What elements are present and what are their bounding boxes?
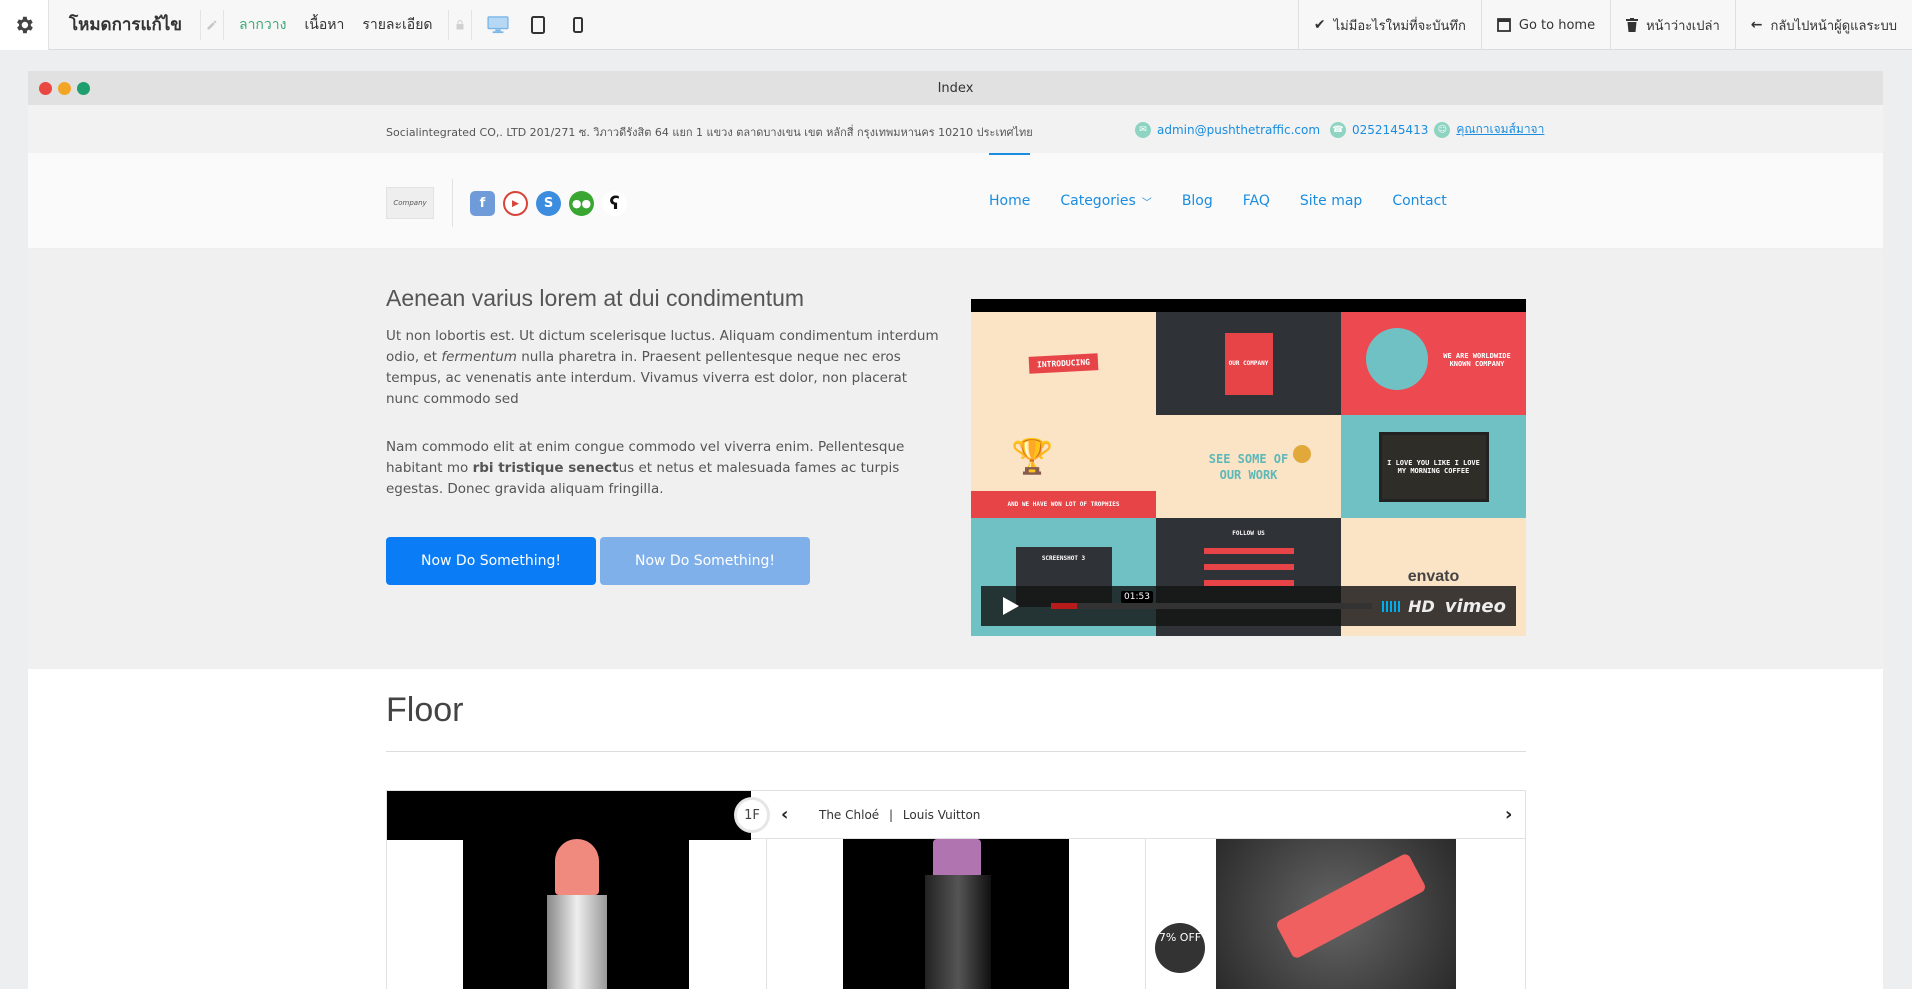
preview-frame: Index Socialintegrated CO,. LTD 201/271 … [28, 71, 1883, 989]
wechat-icon[interactable]: ●● [569, 191, 594, 216]
facebook-icon[interactable]: f [470, 191, 495, 216]
tablet-icon [530, 15, 545, 34]
hero-paragraph-1: Ut non lobortis est. Ut dictum scelerisq… [386, 328, 939, 407]
blank-page-button[interactable]: หน้าว่างเปล่า [1610, 0, 1735, 50]
product-card[interactable] [387, 839, 767, 989]
globe-graphic [1366, 328, 1428, 390]
floor-brand-bar: 1F ‹ The Chloé | Louis Vuitton › [386, 790, 1526, 840]
contact-info: ✉ admin@pushthetraffic.com ☎ 0252145413 … [1135, 120, 1544, 139]
hd-badge[interactable]: HD [1408, 597, 1435, 616]
check-icon: ✔ [1313, 17, 1326, 33]
header-divider [452, 179, 453, 227]
user-icon: ☺ [1434, 121, 1451, 138]
tab-drag-drop[interactable]: ลากวาง [239, 14, 286, 36]
trophy-icon: 🏆 [1011, 437, 1054, 477]
chevron-right-icon[interactable]: › [1505, 804, 1512, 825]
arrow-left-icon: ← [1750, 17, 1763, 33]
tablet-view-button[interactable] [518, 0, 558, 50]
hero-title: Aenean varius lorem at dui condimentum [386, 285, 805, 311]
nav-faq[interactable]: FAQ [1243, 153, 1270, 249]
chevron-left-icon[interactable]: ‹ [781, 804, 788, 825]
nav-sitemap[interactable]: Site map [1300, 153, 1362, 249]
product-image-lipgloss-tube[interactable] [1216, 839, 1457, 989]
video-tile: I LOVE YOU LIKE I LOVE MY MORNING COFFEE [1341, 415, 1526, 518]
site-logo[interactable]: Company [386, 187, 434, 219]
skype-icon[interactable]: S [536, 191, 561, 216]
primary-cta-button[interactable]: Now Do Something! [386, 537, 596, 585]
frame-titlebar: Index [28, 71, 1883, 105]
phone-icon: ☎ [1330, 121, 1347, 138]
email-link[interactable]: admin@pushthetraffic.com [1157, 123, 1320, 137]
product-image-lipstick-coral[interactable] [463, 839, 689, 989]
video-progress-bar[interactable]: 01:53 [1051, 591, 1373, 609]
site-topbar: Socialintegrated CO,. LTD 201/271 ซ. วิภ… [28, 105, 1883, 153]
company-address: Socialintegrated CO,. LTD 201/271 ซ. วิภ… [386, 126, 1033, 139]
tab-content[interactable]: เนื้อหา [304, 14, 344, 36]
frame-title: Index [937, 80, 974, 96]
video-player[interactable]: INTRODUCING OUR COMPANY WE ARE WORLDWIDE… [971, 299, 1526, 636]
social-links: f ▶ S ●● ʕ [470, 191, 627, 216]
edit-pencil-button[interactable] [199, 9, 224, 40]
phone-link[interactable]: 0252145413 [1352, 123, 1428, 137]
youtube-icon[interactable]: ▶ [503, 191, 528, 216]
nav-contact[interactable]: Contact [1392, 153, 1446, 249]
contact-name-link[interactable]: คุณกาเจมส์มาจา [1456, 120, 1544, 139]
back-to-admin-button[interactable]: ← กลับไปหน้าผู้ดูแลระบบ [1734, 0, 1912, 50]
video-tile: WE ARE WORLDWIDE KNOWN COMPANY [1341, 312, 1526, 415]
play-button[interactable] [981, 586, 1041, 626]
video-tile: INTRODUCING [971, 312, 1156, 415]
hero-section: Aenean varius lorem at dui condimentum U… [28, 249, 1883, 669]
video-time: 01:53 [1121, 591, 1153, 603]
video-tile: 🏆 AND WE HAVE WON LOT OF TROPHIES [971, 415, 1156, 518]
floor-divider [386, 751, 1526, 752]
video-tile: SEE SOME OF OUR WORK [1156, 415, 1341, 518]
lock-icon [456, 19, 463, 29]
product-card[interactable] [767, 839, 1147, 989]
site-header: Company f ▶ S ●● ʕ Home Categories ﹀ Blog… [28, 153, 1883, 249]
product-grid [386, 839, 1527, 989]
discount-badge: 7% OFF [1155, 923, 1205, 973]
nav-blog[interactable]: Blog [1182, 153, 1213, 249]
brand-tab-lv[interactable]: Louis Vuitton [903, 808, 981, 822]
floor-number-badge: 1F [734, 797, 770, 833]
lock-button[interactable] [447, 9, 472, 40]
hero-paragraph-2: Nam commodo elit at enim congue commodo … [386, 439, 905, 497]
go-home-button[interactable]: Go to home [1480, 0, 1610, 50]
video-tile: OUR COMPANY [1156, 312, 1341, 415]
mobile-icon [572, 16, 583, 33]
vimeo-logo[interactable]: vimeo [1445, 596, 1506, 617]
secondary-cta-button[interactable]: Now Do Something! [600, 537, 810, 585]
volume-control[interactable] [1382, 600, 1401, 612]
desktop-icon [486, 15, 509, 33]
main-nav: Home Categories ﹀ Blog FAQ Site map Conta… [989, 153, 1477, 249]
bear-icon[interactable]: ʕ [602, 191, 627, 216]
brand-tabs: The Chloé | Louis Vuitton [819, 808, 981, 822]
chevron-down-icon: ﹀ [1141, 197, 1152, 209]
video-controls: 01:53 HD vimeo [981, 586, 1516, 626]
mobile-view-button[interactable] [558, 0, 598, 50]
brand-tab-chloe[interactable]: The Chloé [819, 808, 879, 822]
settings-button[interactable] [0, 0, 49, 50]
editor-toolbar: โหมดการแก้ไข ลากวาง เนื้อหา รายละเอียด ✔… [0, 0, 1912, 50]
nav-categories[interactable]: Categories ﹀ [1060, 153, 1151, 249]
window-icon [1496, 18, 1511, 32]
product-image-lipstick-purple[interactable] [842, 839, 1069, 989]
nav-home[interactable]: Home [989, 153, 1031, 249]
desktop-view-button[interactable] [478, 0, 518, 50]
floor-title: Floor [386, 691, 464, 729]
floor-section: Floor 1F ‹ The Chloé | Louis Vuitton › 7… [28, 669, 1883, 989]
gear-icon [17, 16, 33, 33]
play-icon [1003, 597, 1019, 615]
save-status-button[interactable]: ✔ ไม่มีอะไรใหม่ที่จะบันทึก [1297, 0, 1481, 50]
editor-title: โหมดการแก้ไข [69, 15, 182, 35]
tab-details[interactable]: รายละเอียด [362, 14, 432, 36]
video-progress-fill [1051, 603, 1077, 609]
floor-banner [387, 791, 751, 840]
email-icon: ✉ [1135, 121, 1151, 138]
trash-icon [1626, 18, 1639, 32]
pencil-icon [207, 20, 217, 29]
product-card[interactable] [1146, 839, 1527, 989]
